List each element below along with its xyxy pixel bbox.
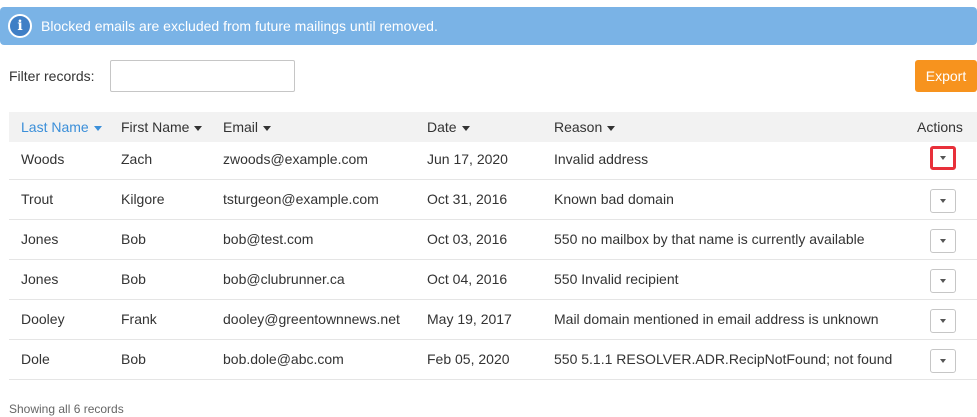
cell-last-name: Dole — [21, 351, 50, 367]
column-header-email[interactable]: Email — [223, 112, 272, 142]
row-actions-dropdown-button[interactable] — [930, 269, 956, 293]
cell-reason: Mail domain mentioned in email address i… — [554, 311, 879, 327]
cell-email: bob@test.com — [223, 231, 314, 247]
cell-reason: 550 no mailbox by that name is currently… — [554, 231, 865, 247]
row-actions-dropdown-button[interactable] — [930, 229, 956, 253]
table-row: Jones Bob bob@test.com Oct 03, 2016 550 no m… — [9, 220, 977, 260]
table-row: Dole Bob bob.dole@abc.com Feb 05, 2020 550 5… — [9, 340, 977, 380]
actions-column-header: Actions — [917, 119, 963, 135]
cell-email: bob@clubrunner.ca — [223, 271, 345, 287]
cell-first-name: Zach — [121, 151, 153, 167]
chevron-down-icon — [940, 359, 946, 363]
cell-email: dooley@greentownnews.net — [223, 311, 400, 327]
filter-label: Filter records: — [9, 68, 95, 84]
column-header-label: Last Name — [21, 119, 89, 135]
cell-date: Jun 17, 2020 — [427, 151, 508, 167]
sort-caret-icon — [93, 125, 102, 131]
cell-email: bob.dole@abc.com — [223, 351, 344, 367]
row-actions-dropdown-button[interactable] — [930, 189, 956, 213]
column-header-label: First Name — [121, 119, 190, 135]
table-row: Jones Bob bob@clubrunner.ca Oct 04, 2016 550… — [9, 260, 977, 300]
cell-first-name: Bob — [121, 351, 146, 367]
column-header-last-name[interactable]: Last Name — [21, 112, 102, 142]
column-header-label: Email — [223, 119, 259, 135]
chevron-down-icon — [940, 156, 946, 160]
cell-reason: Invalid address — [554, 151, 649, 167]
column-header-label: Date — [427, 119, 457, 135]
cell-last-name: Jones — [21, 231, 59, 247]
sort-caret-icon — [263, 125, 272, 131]
cell-first-name: Bob — [121, 231, 146, 247]
chevron-down-icon — [940, 279, 946, 283]
table-row: Woods Zach zwoods@example.com Jun 17, 2020 I… — [9, 140, 977, 180]
cell-date: May 19, 2017 — [427, 311, 512, 327]
chevron-down-icon — [940, 199, 946, 203]
cell-email: zwoods@example.com — [223, 151, 368, 167]
cell-first-name: Bob — [121, 271, 146, 287]
row-actions-dropdown-button[interactable] — [930, 309, 956, 333]
filter-input[interactable] — [110, 60, 295, 92]
cell-date: Oct 03, 2016 — [427, 231, 508, 247]
cell-date: Feb 05, 2020 — [427, 351, 510, 367]
cell-last-name: Dooley — [21, 311, 65, 327]
table-row: Trout Kilgore tsturgeon@example.com Oct 31,… — [9, 180, 977, 220]
export-button[interactable]: Export — [915, 60, 977, 92]
sort-caret-icon — [194, 125, 203, 131]
cell-date: Oct 04, 2016 — [427, 271, 508, 287]
cell-last-name: Trout — [21, 191, 54, 207]
chevron-down-icon — [940, 319, 946, 323]
cell-reason: 550 Invalid recipient — [554, 271, 679, 287]
records-count: Showing all 6 records — [9, 402, 124, 416]
cell-last-name: Woods — [21, 151, 65, 167]
column-header-first-name[interactable]: First Name — [121, 112, 203, 142]
banner-message: Blocked emails are excluded from future … — [41, 18, 438, 34]
info-icon: i — [8, 14, 32, 38]
column-header-label: Reason — [554, 119, 603, 135]
sort-caret-icon — [461, 125, 470, 131]
table-row: Dooley Frank dooley@greentownnews.net May 1… — [9, 300, 977, 340]
cell-last-name: Jones — [21, 271, 59, 287]
row-actions-dropdown-button[interactable] — [930, 349, 956, 373]
column-header-date[interactable]: Date — [427, 112, 470, 142]
info-banner: i Blocked emails are excluded from futur… — [0, 7, 977, 45]
cell-first-name: Kilgore — [121, 191, 165, 207]
sort-caret-icon — [607, 125, 616, 131]
chevron-down-icon — [940, 239, 946, 243]
cell-first-name: Frank — [121, 311, 157, 327]
cell-reason: Known bad domain — [554, 191, 674, 207]
cell-email: tsturgeon@example.com — [223, 191, 379, 207]
cell-date: Oct 31, 2016 — [427, 191, 508, 207]
row-actions-dropdown-button[interactable] — [930, 146, 956, 170]
column-header-reason[interactable]: Reason — [554, 112, 616, 142]
table-header: Actions Last Name First Name Email Date Reas… — [9, 112, 977, 142]
cell-reason: 550 5.1.1 RESOLVER.ADR.RecipNotFound; no… — [554, 351, 893, 367]
